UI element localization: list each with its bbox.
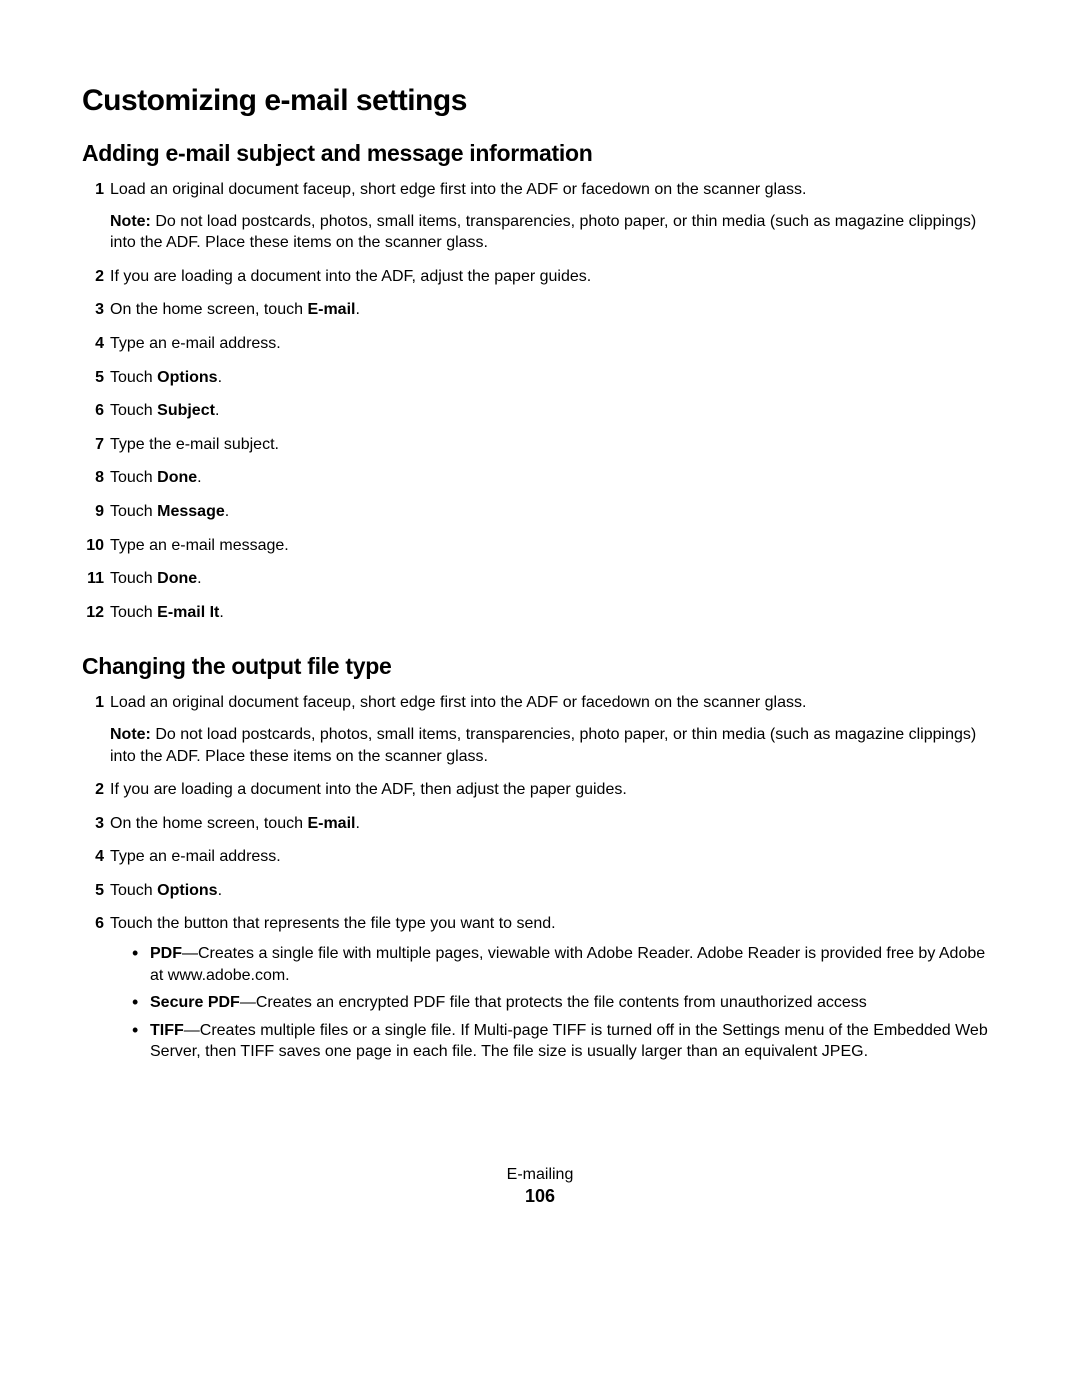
- step-text: Touch Options.: [110, 882, 222, 899]
- section-heading-1: Adding e-mail subject and message inform…: [82, 140, 998, 167]
- step-text: Touch E-mail It.: [110, 604, 224, 621]
- step-text: Type the e-mail subject.: [110, 436, 279, 453]
- page-title: Customizing e-mail settings: [82, 84, 998, 118]
- step-item: Touch E-mail It.: [82, 602, 998, 624]
- emphasis: Subject: [157, 402, 215, 419]
- step-text: Touch Message.: [110, 503, 229, 520]
- step-text: If you are loading a document into the A…: [110, 268, 591, 285]
- step-item: Touch Subject.: [82, 400, 998, 422]
- step-text: Touch Subject.: [110, 402, 219, 419]
- emphasis: Done: [157, 570, 197, 587]
- emphasis: TIFF: [150, 1022, 184, 1039]
- step-item: On the home screen, touch E-mail.: [82, 299, 998, 321]
- step-item: Type an e-mail message.: [82, 535, 998, 557]
- step-item: Touch the button that represents the fil…: [82, 913, 998, 1063]
- steps-list-2: Load an original document faceup, short …: [82, 692, 998, 1063]
- bullet-list: PDF—Creates a single file with multiple …: [110, 943, 998, 1063]
- emphasis: Done: [157, 469, 197, 486]
- document-page: Customizing e-mail settings Adding e-mai…: [0, 0, 1080, 1063]
- emphasis: Options: [157, 882, 217, 899]
- step-text: Touch Done.: [110, 469, 202, 486]
- step-item: Touch Done.: [82, 467, 998, 489]
- emphasis: PDF: [150, 945, 182, 962]
- step-item: On the home screen, touch E-mail.: [82, 813, 998, 835]
- bullet-item: Secure PDF—Creates an encrypted PDF file…: [132, 992, 998, 1014]
- emphasis: Options: [157, 369, 217, 386]
- bullet-item: TIFF—Creates multiple files or a single …: [132, 1020, 998, 1063]
- step-item: Load an original document faceup, short …: [82, 179, 998, 254]
- emphasis: E-mail: [307, 301, 355, 318]
- footer-chapter: E-mailing: [0, 1166, 1080, 1184]
- step-item: Type an e-mail address.: [82, 333, 998, 355]
- step-text: On the home screen, touch E-mail.: [110, 815, 360, 832]
- step-item: Type an e-mail address.: [82, 846, 998, 868]
- page-footer: E-mailing 106: [0, 1166, 1080, 1207]
- step-text: On the home screen, touch E-mail.: [110, 301, 360, 318]
- emphasis: Message: [157, 503, 225, 520]
- footer-page-number: 106: [0, 1186, 1080, 1207]
- note-label: Note:: [110, 726, 155, 743]
- step-text: If you are loading a document into the A…: [110, 781, 627, 798]
- step-text: Type an e-mail message.: [110, 537, 289, 554]
- note-label: Note:: [110, 213, 155, 230]
- step-item: Touch Done.: [82, 568, 998, 590]
- step-text: Touch Done.: [110, 570, 202, 587]
- steps-list-1: Load an original document faceup, short …: [82, 179, 998, 623]
- emphasis: Secure PDF: [150, 994, 240, 1011]
- step-item: Type the e-mail subject.: [82, 434, 998, 456]
- step-text: Load an original document faceup, short …: [110, 181, 806, 198]
- step-text: Touch Options.: [110, 369, 222, 386]
- emphasis: E-mail: [307, 815, 355, 832]
- note: Note: Do not load postcards, photos, sma…: [110, 211, 998, 254]
- step-text: Touch the button that represents the fil…: [110, 915, 556, 932]
- step-text: Load an original document faceup, short …: [110, 694, 806, 711]
- step-text: Type an e-mail address.: [110, 335, 281, 352]
- step-item: Touch Message.: [82, 501, 998, 523]
- step-item: Touch Options.: [82, 367, 998, 389]
- step-item: Touch Options.: [82, 880, 998, 902]
- section-heading-2: Changing the output file type: [82, 653, 998, 680]
- step-item: If you are loading a document into the A…: [82, 266, 998, 288]
- step-item: If you are loading a document into the A…: [82, 779, 998, 801]
- step-item: Load an original document faceup, short …: [82, 692, 998, 767]
- bullet-item: PDF—Creates a single file with multiple …: [132, 943, 998, 986]
- note: Note: Do not load postcards, photos, sma…: [110, 724, 998, 767]
- emphasis: E-mail It: [157, 604, 219, 621]
- step-text: Type an e-mail address.: [110, 848, 281, 865]
